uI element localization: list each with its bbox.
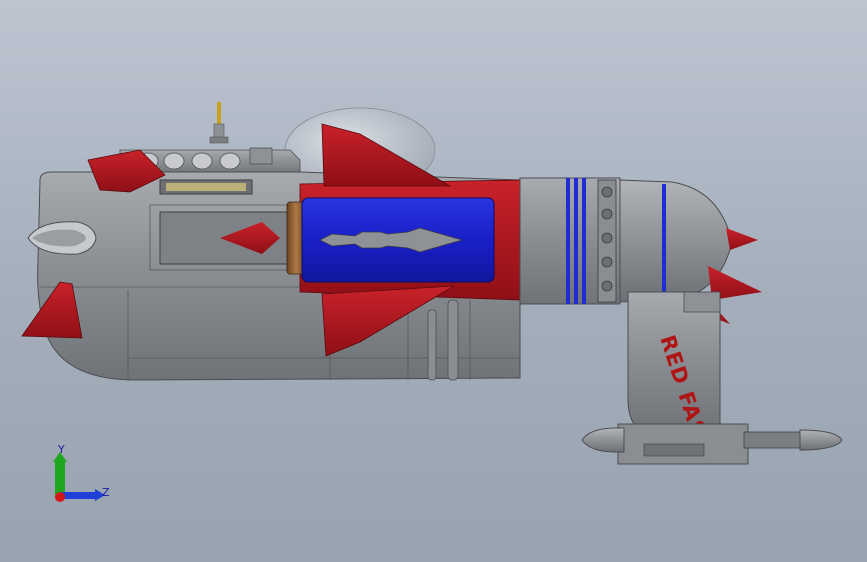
coordinate-triad bbox=[53, 452, 105, 502]
y-axis-label: Y bbox=[58, 443, 65, 456]
side-chamber bbox=[159, 211, 301, 265]
rocket-ship-model[interactable]: RED FAST bbox=[0, 0, 867, 562]
z-axis-label: Z bbox=[102, 486, 110, 499]
graphics-viewport[interactable]: RED FAST Y Z bbox=[0, 0, 867, 562]
nose-spike-top bbox=[726, 228, 758, 250]
nose-stripe bbox=[662, 184, 666, 298]
front-window bbox=[159, 179, 253, 195]
bolt-column bbox=[597, 179, 617, 303]
antenna bbox=[209, 102, 229, 144]
x-axis-arrow bbox=[55, 492, 65, 502]
blue-section bbox=[301, 197, 495, 283]
y-axis-arrow bbox=[55, 460, 65, 496]
landing-skid bbox=[581, 423, 843, 465]
